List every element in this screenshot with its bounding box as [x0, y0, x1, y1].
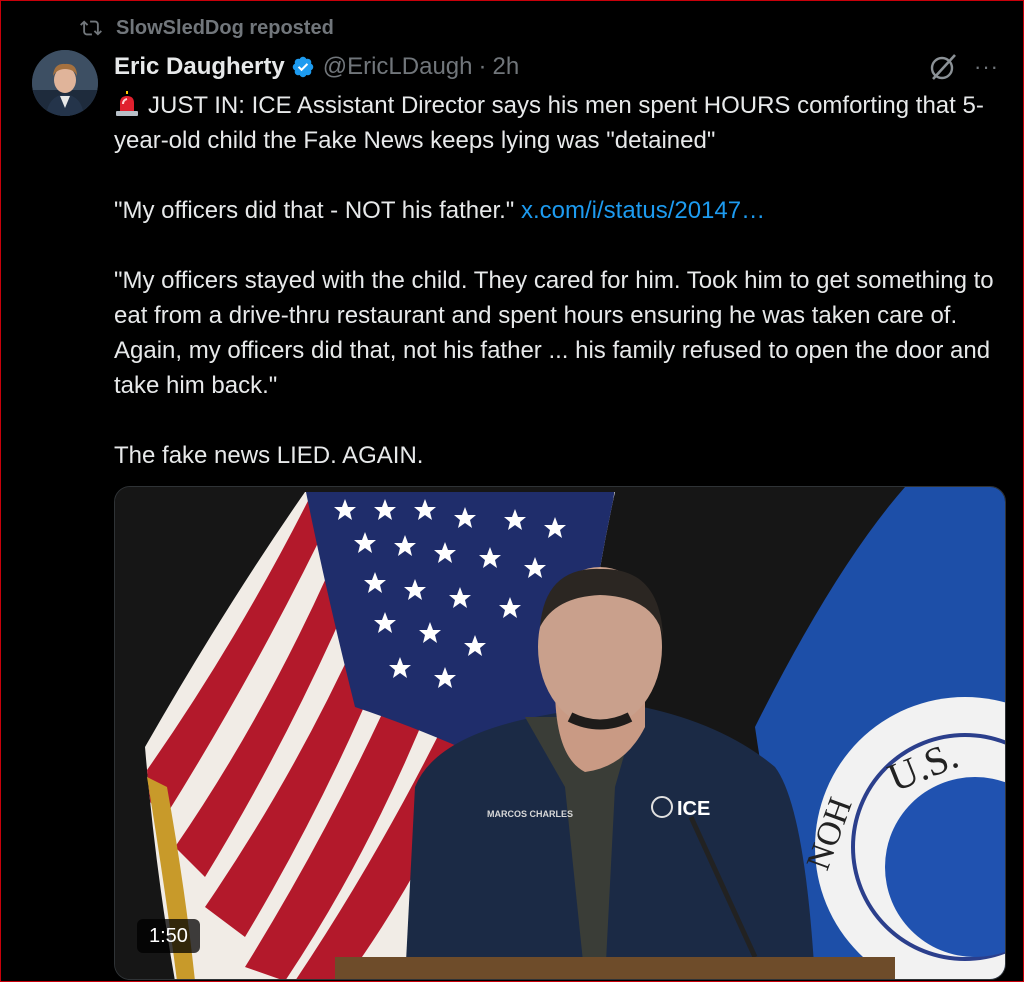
tweet-paragraph-4: The fake news LIED. AGAIN.	[114, 442, 424, 469]
jacket-name: MARCOS CHARLES	[487, 809, 573, 819]
jacket-logo: ICE	[677, 798, 710, 820]
status-link[interactable]: x.com/i/status/20147…	[521, 197, 765, 224]
podium	[335, 957, 895, 979]
tweet-header: Eric Daugherty @EricLDaugh · 2h	[114, 50, 519, 84]
tweet-headline: JUST IN: ICE Assistant Director says his…	[114, 92, 984, 154]
verified-badge-icon[interactable]	[291, 55, 315, 79]
tweet-paragraph-2: "My officers did that - NOT his father."…	[114, 193, 1004, 228]
more-options-icon[interactable]: ···	[974, 56, 1004, 78]
avatar[interactable]	[32, 50, 98, 116]
repost-icon	[80, 20, 102, 36]
tweet-body: JUST IN: ICE Assistant Director says his…	[114, 88, 1004, 473]
video-frame: U.S. NOH MARCOS CHARLES ICE	[115, 487, 1005, 979]
tweet-paragraph-1: JUST IN: ICE Assistant Director says his…	[114, 88, 1004, 158]
grok-icon[interactable]	[928, 52, 958, 82]
author-name[interactable]: Eric Daugherty	[114, 53, 285, 81]
video-duration: 1:50	[137, 919, 200, 953]
post-time[interactable]: 2h	[492, 53, 519, 81]
video-player[interactable]: U.S. NOH MARCOS CHARLES ICE 1:50	[114, 486, 1006, 980]
tweet-quote-1: "My officers did that - NOT his father."	[114, 197, 515, 224]
separator-dot: ·	[478, 53, 487, 80]
repost-indicator[interactable]: SlowSledDog reposted	[80, 14, 334, 42]
repost-label: SlowSledDog reposted	[116, 16, 334, 39]
author-handle[interactable]: @EricLDaugh	[323, 53, 473, 81]
avatar-image	[32, 50, 98, 116]
siren-emoji-icon	[116, 91, 138, 116]
tweet-paragraph-3: "My officers stayed with the child. They…	[114, 267, 994, 399]
